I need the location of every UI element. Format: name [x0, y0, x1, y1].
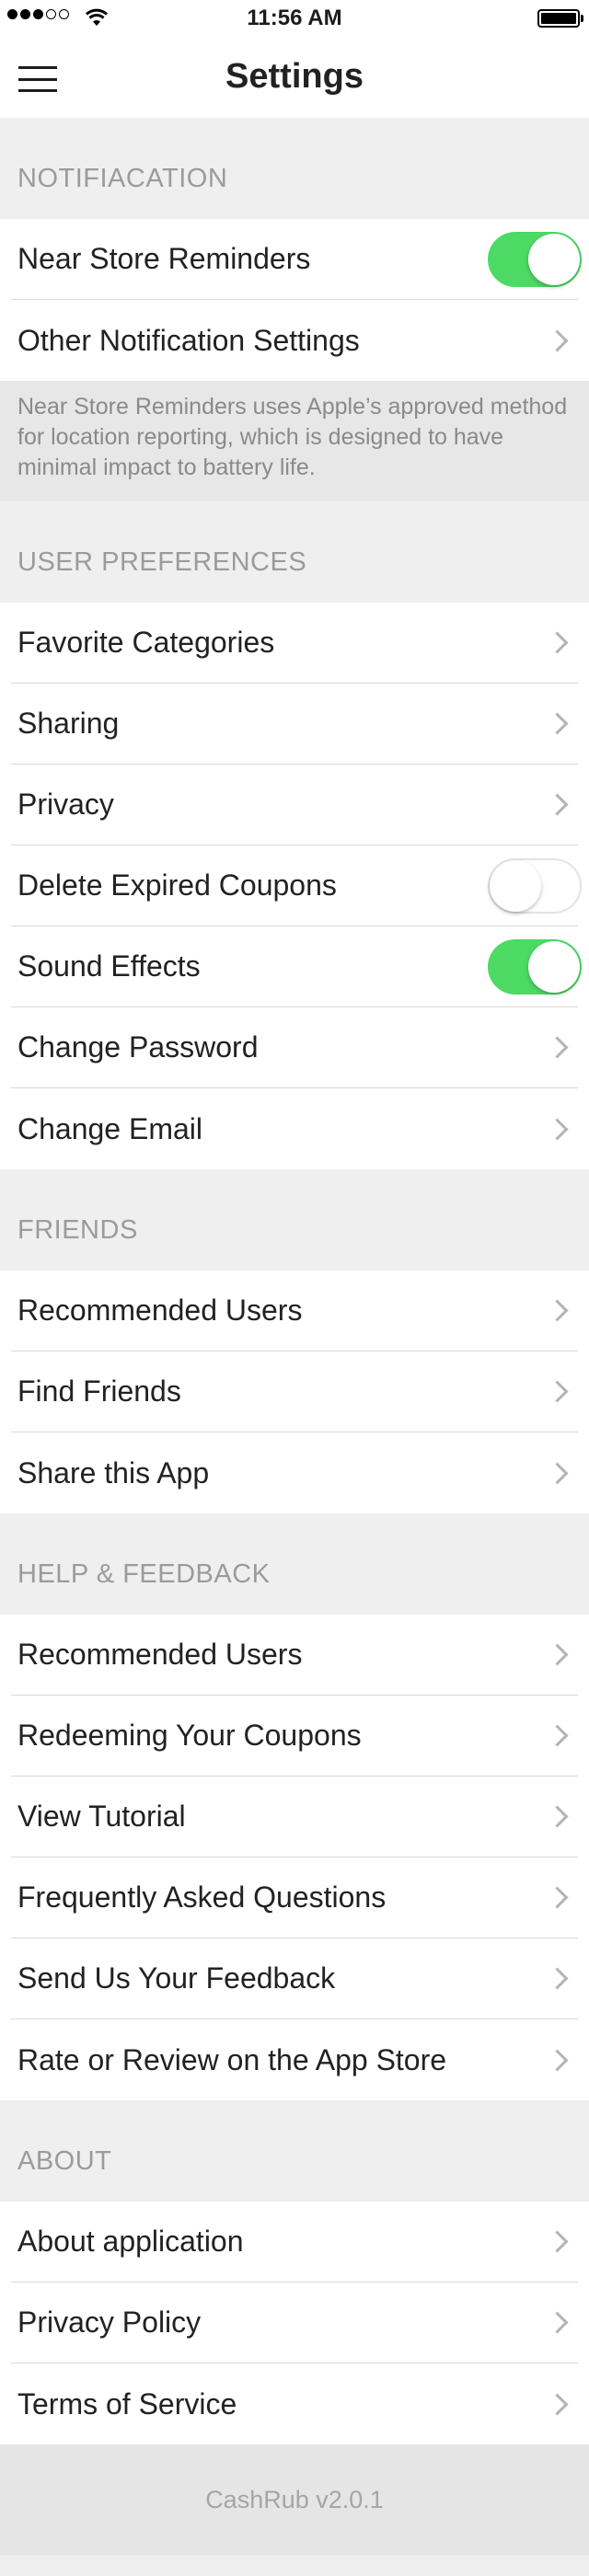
row-send-feedback[interactable]: Send Us Your Feedback — [11, 1938, 578, 2019]
row-label: Privacy — [17, 788, 114, 821]
row-redeeming-coupons[interactable]: Redeeming Your Coupons — [11, 1696, 578, 1777]
chevron-right-icon — [546, 793, 569, 816]
notification-footnote: Near Store Reminders uses Apple’s approv… — [0, 381, 589, 501]
row-label: Find Friends — [17, 1374, 181, 1408]
row-sharing[interactable]: Sharing — [11, 684, 578, 765]
chevron-right-icon — [546, 1805, 569, 1828]
row-label: Redeeming Your Coupons — [17, 1719, 362, 1752]
chevron-right-icon — [546, 631, 569, 654]
row-recommended-users[interactable]: Recommended Users — [11, 1271, 578, 1351]
row-privacy[interactable]: Privacy — [11, 765, 578, 845]
row-label: Send Us Your Feedback — [17, 1961, 336, 1995]
row-terms-of-service[interactable]: Terms of Service — [11, 2363, 578, 2444]
sound-effects-toggle[interactable] — [488, 938, 582, 995]
chevron-right-icon — [546, 2311, 569, 2334]
row-rate-review[interactable]: Rate or Review on the App Store — [11, 2019, 578, 2100]
row-label: Privacy Policy — [17, 2306, 202, 2339]
near-store-reminders-toggle[interactable] — [488, 231, 582, 287]
row-find-friends[interactable]: Find Friends — [11, 1351, 578, 1432]
section-header-notification: NOTIFIACATION — [0, 118, 589, 219]
chevron-right-icon — [546, 2048, 569, 2072]
chevron-right-icon — [546, 712, 569, 735]
app-version-footer: CashRub v2.0.1 — [0, 2444, 589, 2555]
row-label: Other Notification Settings — [17, 323, 360, 357]
chevron-right-icon — [546, 1724, 569, 1747]
row-view-tutorial[interactable]: View Tutorial — [11, 1777, 578, 1857]
status-time: 11:56 AM — [247, 6, 342, 30]
row-label: Delete Expired Coupons — [17, 868, 337, 902]
hamburger-menu-icon[interactable] — [18, 66, 57, 92]
chevron-right-icon — [546, 1299, 569, 1322]
row-label: About application — [17, 2225, 244, 2258]
row-sound-effects[interactable]: Sound Effects — [11, 926, 582, 1007]
row-favorite-categories[interactable]: Favorite Categories — [11, 603, 578, 684]
row-label: Favorite Categories — [17, 626, 275, 659]
battery-icon — [537, 9, 583, 28]
row-privacy-policy[interactable]: Privacy Policy — [11, 2283, 578, 2363]
row-label: Change Email — [17, 1111, 202, 1145]
chevron-right-icon — [546, 1886, 569, 1909]
chevron-right-icon — [546, 1967, 569, 1990]
delete-expired-coupons-toggle[interactable] — [488, 857, 582, 914]
row-label: View Tutorial — [17, 1800, 186, 1833]
row-label: Share this App — [17, 1455, 210, 1489]
section-header-help-feedback: HELP & FEEDBACK — [0, 1513, 589, 1615]
row-label: Rate or Review on the App Store — [17, 2042, 447, 2076]
row-label: Change Password — [17, 1030, 259, 1064]
row-label: Near Store Reminders — [17, 242, 311, 275]
row-share-this-app[interactable]: Share this App — [11, 1432, 578, 1513]
group-notification: Near Store Reminders Other Notification … — [0, 219, 589, 381]
chevron-right-icon — [546, 1117, 569, 1141]
group-about: About application Privacy Policy Terms o… — [0, 2202, 589, 2444]
row-label: Terms of Service — [17, 2386, 237, 2421]
status-bar: 11:56 AM — [0, 0, 589, 37]
row-help-recommended-users[interactable]: Recommended Users — [11, 1615, 578, 1696]
chevron-right-icon — [546, 2230, 569, 2253]
section-header-user-preferences: USER PREFERENCES — [0, 501, 589, 603]
group-friends: Recommended Users Find Friends Share thi… — [0, 1271, 589, 1513]
row-about-application[interactable]: About application — [11, 2202, 578, 2283]
nav-bar: Settings — [0, 37, 589, 118]
chevron-right-icon — [546, 1036, 569, 1059]
row-label: Sharing — [17, 707, 120, 740]
section-header-friends: FRIENDS — [0, 1169, 589, 1271]
row-near-store-reminders[interactable]: Near Store Reminders — [11, 219, 582, 300]
row-label: Recommended Users — [17, 1294, 303, 1327]
chevron-right-icon — [546, 2392, 569, 2416]
chevron-right-icon — [546, 328, 569, 352]
row-change-password[interactable]: Change Password — [11, 1007, 578, 1088]
row-delete-expired-coupons[interactable]: Delete Expired Coupons — [11, 845, 582, 926]
chevron-right-icon — [546, 1643, 569, 1666]
section-header-about: ABOUT — [0, 2100, 589, 2202]
row-label: Sound Effects — [17, 949, 201, 983]
chevron-right-icon — [546, 1461, 569, 1485]
row-other-notification-settings[interactable]: Other Notification Settings — [11, 300, 578, 381]
row-label: Recommended Users — [17, 1638, 303, 1671]
row-faq[interactable]: Frequently Asked Questions — [11, 1857, 578, 1938]
chevron-right-icon — [546, 1380, 569, 1403]
row-change-email[interactable]: Change Email — [11, 1088, 578, 1169]
page-title: Settings — [225, 57, 364, 96]
row-label: Frequently Asked Questions — [17, 1880, 387, 1914]
group-user-preferences: Favorite Categories Sharing Privacy Dele… — [0, 603, 589, 1169]
group-help-feedback: Recommended Users Redeeming Your Coupons… — [0, 1615, 589, 2100]
